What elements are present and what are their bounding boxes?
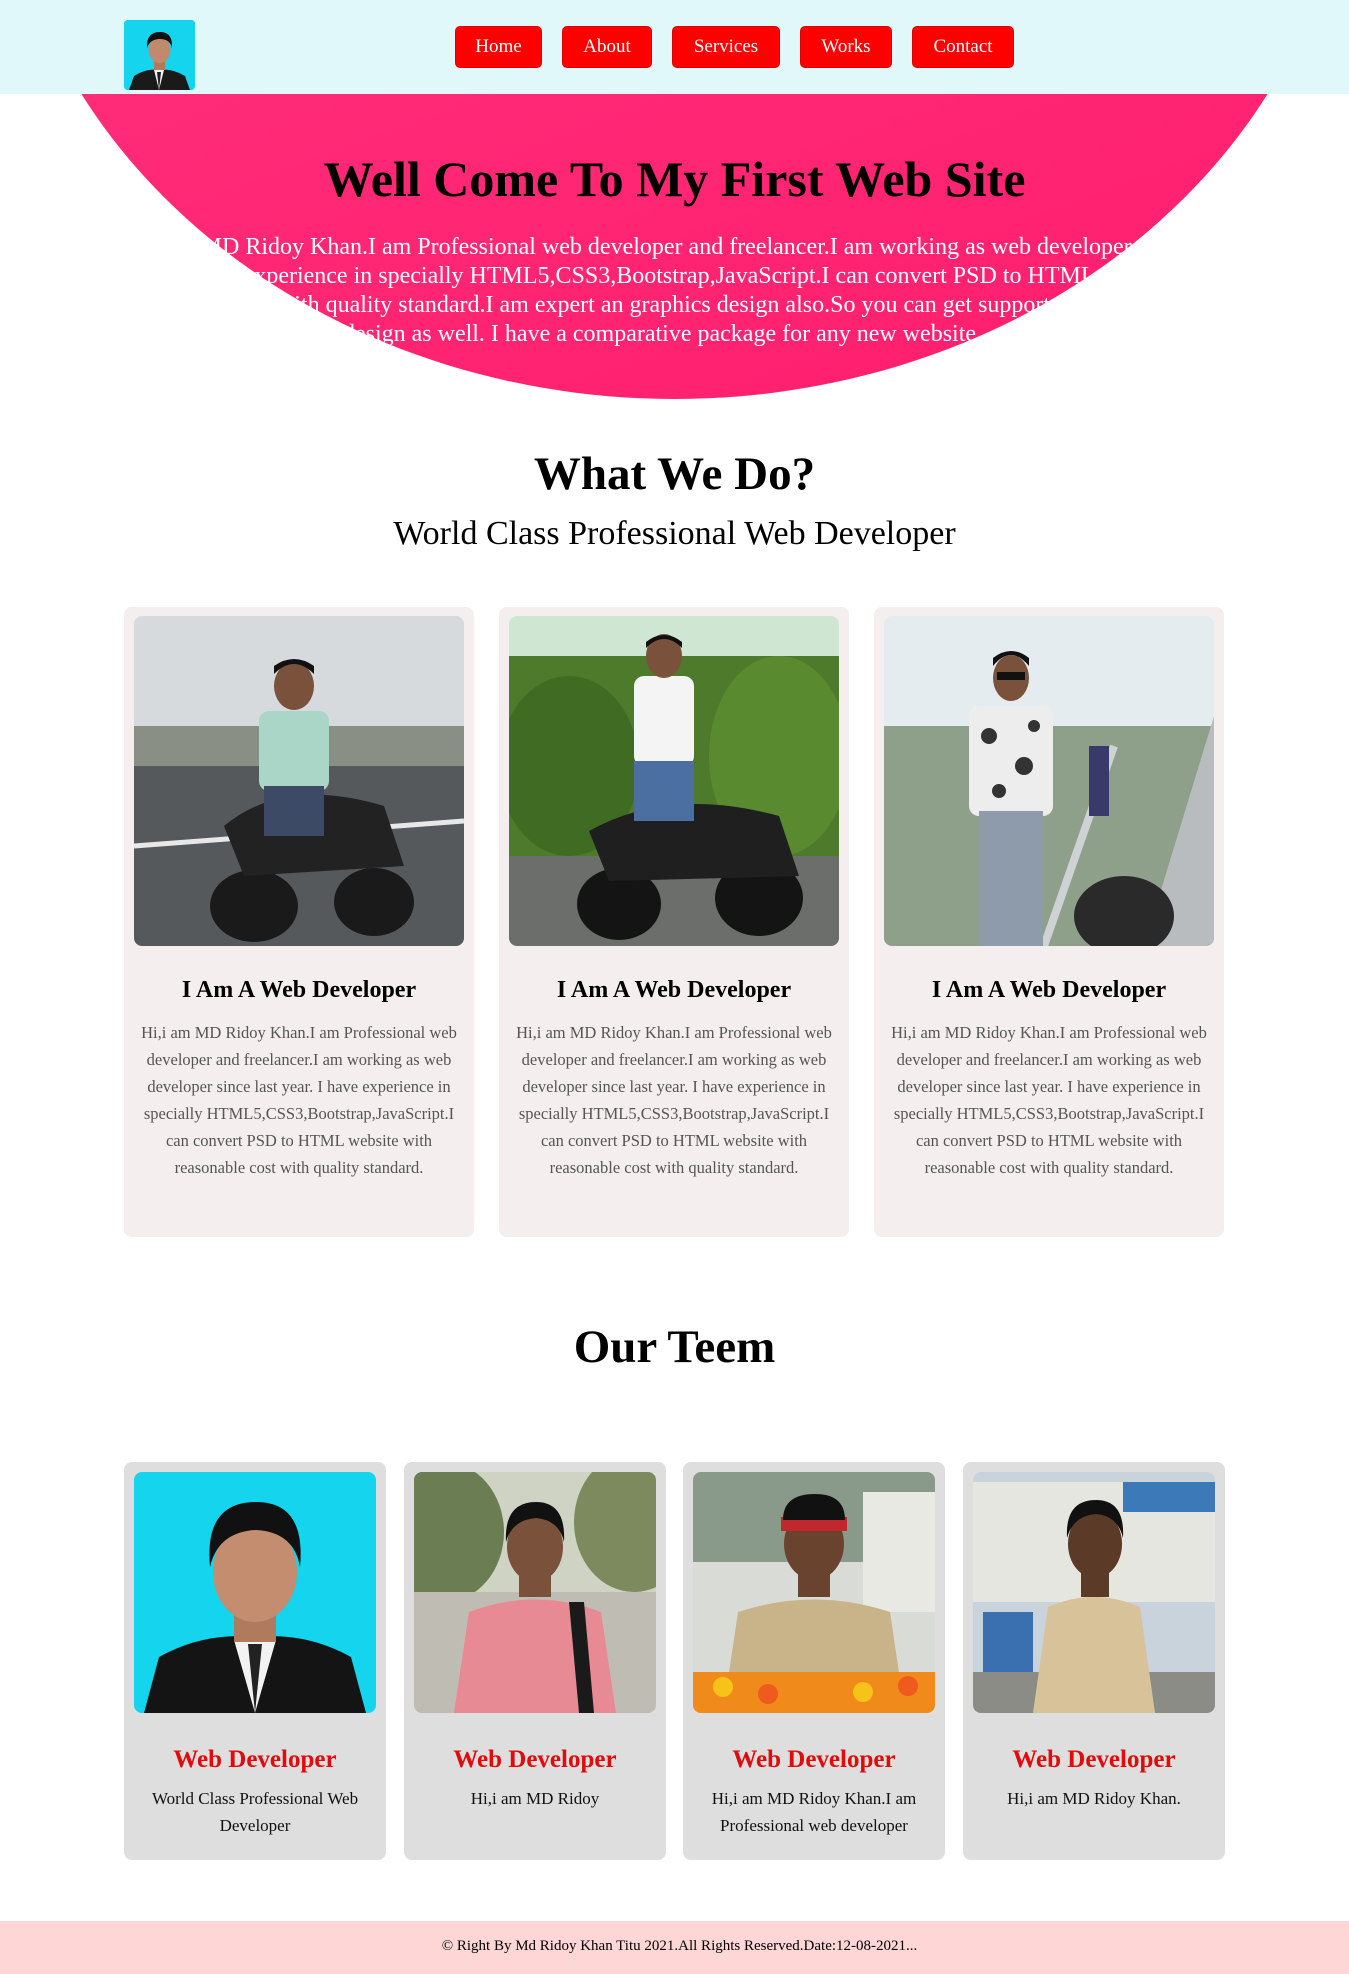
service-card-text: Hi,i am MD Ridoy Khan.I am Professional … [141,1023,457,1177]
team-member-card: Web Developer Hi,i am MD Ridoy Khan.I am… [683,1462,945,1860]
team-member-role: Web Developer [1012,1746,1176,1773]
team-member-card: Web Developer World Class Professional W… [124,1462,386,1860]
service-card: I Am A Web Developer Hi,i am MD Ridoy Kh… [499,607,849,1237]
main-nav: Home About Services Works Contact [455,26,1014,68]
nav-about-button[interactable]: About [562,26,652,68]
service-card-title: I Am A Web Developer [181,977,417,1003]
nav-home-button[interactable]: Home [455,26,542,68]
hero-intro-text: Hi,i am MD Ridoy Khan.I am Professional … [122,234,1227,347]
team-member-role: Web Developer [173,1746,337,1773]
nav-contact-button[interactable]: Contact [912,26,1014,68]
man-on-motorbike-photo [134,616,464,946]
service-card-text: Hi,i am MD Ridoy Khan.I am Professional … [891,1023,1207,1177]
man-on-motorbike-photo [509,616,839,946]
portrait-photo [414,1472,656,1713]
service-card: I Am A Web Developer Hi,i am MD Ridoy Kh… [874,607,1224,1237]
team-member-role: Web Developer [453,1746,617,1773]
team-member-desc: Hi,i am MD Ridoy Khan. [1007,1789,1181,1808]
team-member-desc: World Class Professional Web Developer [151,1789,359,1835]
site-footer: © Right By Md Ridoy Khan Titu 2021.All R… [0,1921,1349,1974]
service-card-title: I Am A Web Developer [556,977,792,1003]
team-member-desc: Hi,i am MD Ridoy Khan.I am Professional … [711,1789,917,1835]
man-standing-by-road-photo [884,616,1214,946]
portrait-photo [973,1472,1215,1713]
team-member-card: Web Developer Hi,i am MD Ridoy [404,1462,666,1860]
team-title: Our Teem [573,1321,776,1373]
portrait-photo [134,1472,376,1713]
footer-copyright: © Right By Md Ridoy Khan Titu 2021.All R… [441,1938,918,1954]
nav-services-button[interactable]: Services [672,26,780,68]
service-card-title: I Am A Web Developer [931,977,1167,1003]
services-title: What We Do? [533,448,816,500]
service-card: I Am A Web Developer Hi,i am MD Ridoy Kh… [124,607,474,1237]
portrait-photo [693,1472,935,1713]
logo-avatar-icon[interactable] [124,20,195,90]
hero-title: Well Come To My First Web Site [323,151,1026,207]
team-member-role: Web Developer [732,1746,896,1773]
team-member-card: Web Developer Hi,i am MD Ridoy Khan. [963,1462,1225,1860]
site-header: Home About Services Works Contact [0,0,1349,94]
team-member-desc: Hi,i am MD Ridoy [470,1789,600,1808]
nav-works-button[interactable]: Works [800,26,892,68]
service-card-text: Hi,i am MD Ridoy Khan.I am Professional … [516,1023,832,1177]
services-subtitle: World Class Professional Web Developer [393,515,956,552]
